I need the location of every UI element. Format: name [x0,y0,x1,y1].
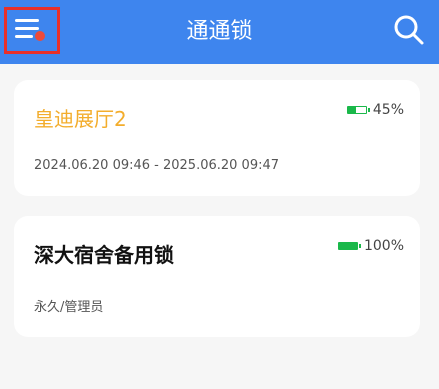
lock-name: 皇迪展厅2 [34,107,127,131]
validity-period: 2024.06.20 09:46 - 2025.06.20 09:47 [34,158,280,173]
lock-name: 深大宿舍备用锁 [34,243,174,267]
battery-percent: 100% [363,238,404,254]
search-button[interactable] [390,12,428,50]
app-header: 通通锁 [0,0,439,64]
battery-percent: 45% [372,102,404,118]
lock-card-2[interactable]: 深大宿舍备用锁 100% 永久/管理员 [14,216,420,337]
validity-period: 永久/管理员 [34,300,104,315]
page-title: 通通锁 [186,19,253,44]
battery-fill [347,107,356,113]
battery-icon [346,106,370,114]
battery-fill [338,243,357,249]
battery-indicator: 100% [337,237,404,255]
lock-card-1[interactable]: 皇迪展厅2 45% 2024.06.20 09:46 - 2025.06.20 … [14,80,420,196]
battery-indicator: 45% [346,101,404,119]
search-icon [394,15,424,45]
battery-icon [337,242,361,250]
